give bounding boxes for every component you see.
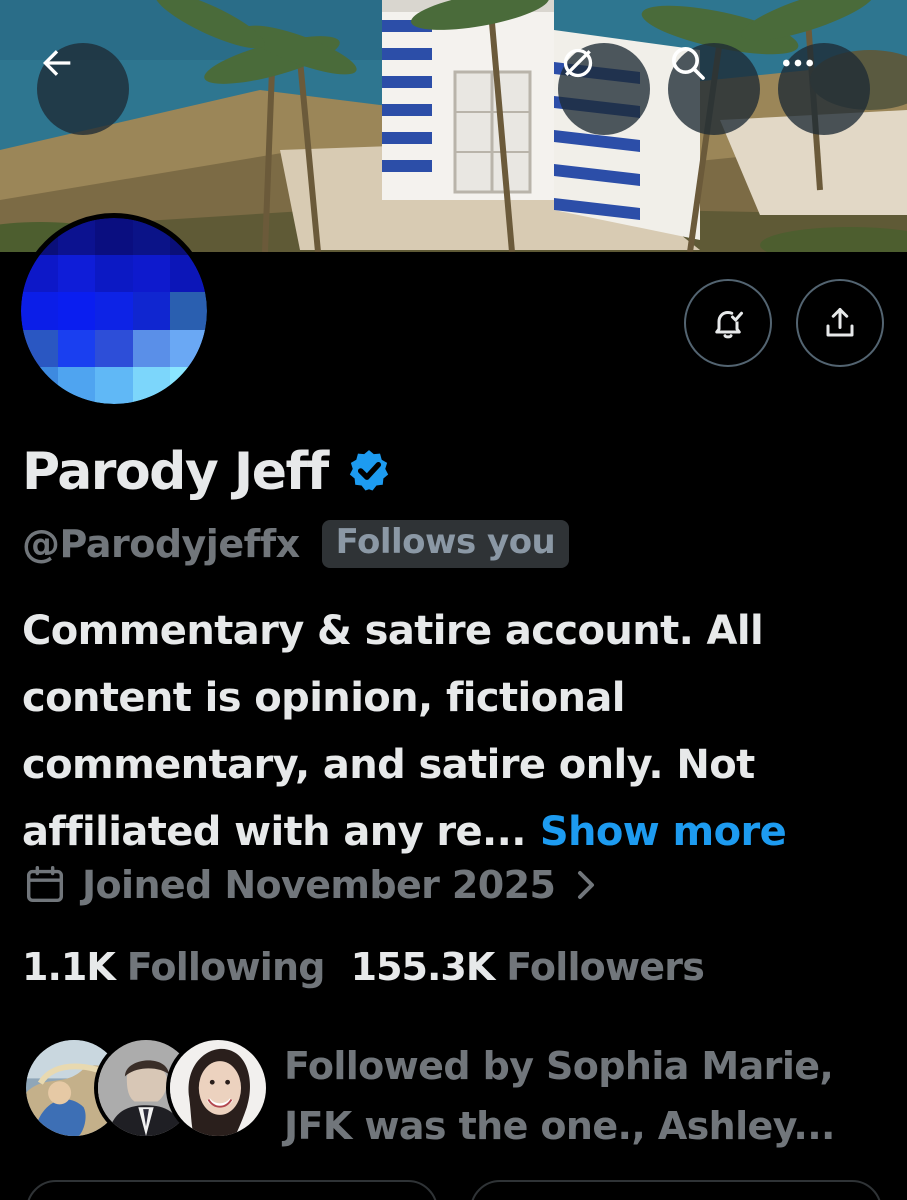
handle-row: @Parodyjeffx Follows you [22, 520, 570, 568]
more-horizontal-icon [783, 59, 813, 67]
chevron-right-icon [578, 871, 595, 899]
arrow-left-icon [43, 50, 71, 76]
banner-image [0, 0, 907, 252]
followers-label: Followers [506, 945, 705, 989]
follow-button[interactable] [26, 1180, 438, 1200]
bio-line-text: affiliated with any re... [22, 809, 526, 855]
joined-date: Joined November 2025 [82, 863, 556, 907]
following-label: Following [126, 945, 326, 989]
back-button[interactable] [37, 43, 129, 135]
followed-by-text: Followed by Sophia Marie, JFK was the on… [284, 1036, 874, 1156]
bio-line: Commentary & satire account. All [22, 608, 764, 654]
followed-by-line: Followed by Sophia Marie, [284, 1044, 834, 1088]
avatar [166, 1036, 270, 1140]
profile-page: Parody Jeff @Parodyjeffx Follows you Com… [0, 0, 907, 1200]
grok-button[interactable] [558, 43, 650, 135]
followers-stat[interactable]: 155.3K Followers [350, 945, 705, 989]
more-button[interactable] [778, 43, 870, 135]
follows-you-badge: Follows you [321, 520, 570, 568]
message-button[interactable] [470, 1180, 882, 1200]
joined-date-row[interactable]: Joined November 2025 [22, 862, 599, 908]
followed-by-line: JFK was the one., Ashley... [284, 1104, 835, 1148]
followers-count: 155.3K [350, 945, 496, 989]
bio-line: commentary, and satire only. Not [22, 742, 755, 788]
calendar-icon [26, 866, 64, 903]
mutual-avatars [22, 1036, 270, 1146]
name-row: Parody Jeff [22, 442, 394, 502]
follow-stats: 1.1K Following 155.3K Followers [22, 945, 705, 989]
following-stat[interactable]: 1.1K Following [22, 945, 325, 989]
bio-line-last: affiliated with any re... Show more [22, 799, 892, 866]
followed-by-row[interactable]: Followed by Sophia Marie, JFK was the on… [22, 1036, 874, 1156]
display-name: Parody Jeff [22, 442, 329, 502]
share-icon [826, 308, 854, 337]
bell-check-icon [715, 310, 743, 339]
share-button[interactable] [796, 279, 884, 367]
following-count: 1.1K [22, 945, 116, 989]
avatar-image [21, 218, 207, 404]
show-more-link[interactable]: Show more [540, 809, 787, 855]
bio-line: content is opinion, fictional [22, 675, 626, 721]
profile-bio: Commentary & satire account. All content… [22, 598, 892, 866]
profile-banner[interactable] [0, 0, 907, 252]
profile-avatar[interactable] [16, 213, 212, 409]
search-icon [672, 47, 705, 80]
username-handle: @Parodyjeffx [22, 522, 300, 566]
notifications-button[interactable] [684, 279, 772, 367]
grok-icon [563, 48, 593, 78]
search-button[interactable] [668, 43, 760, 135]
verified-badge-icon[interactable] [344, 447, 394, 497]
